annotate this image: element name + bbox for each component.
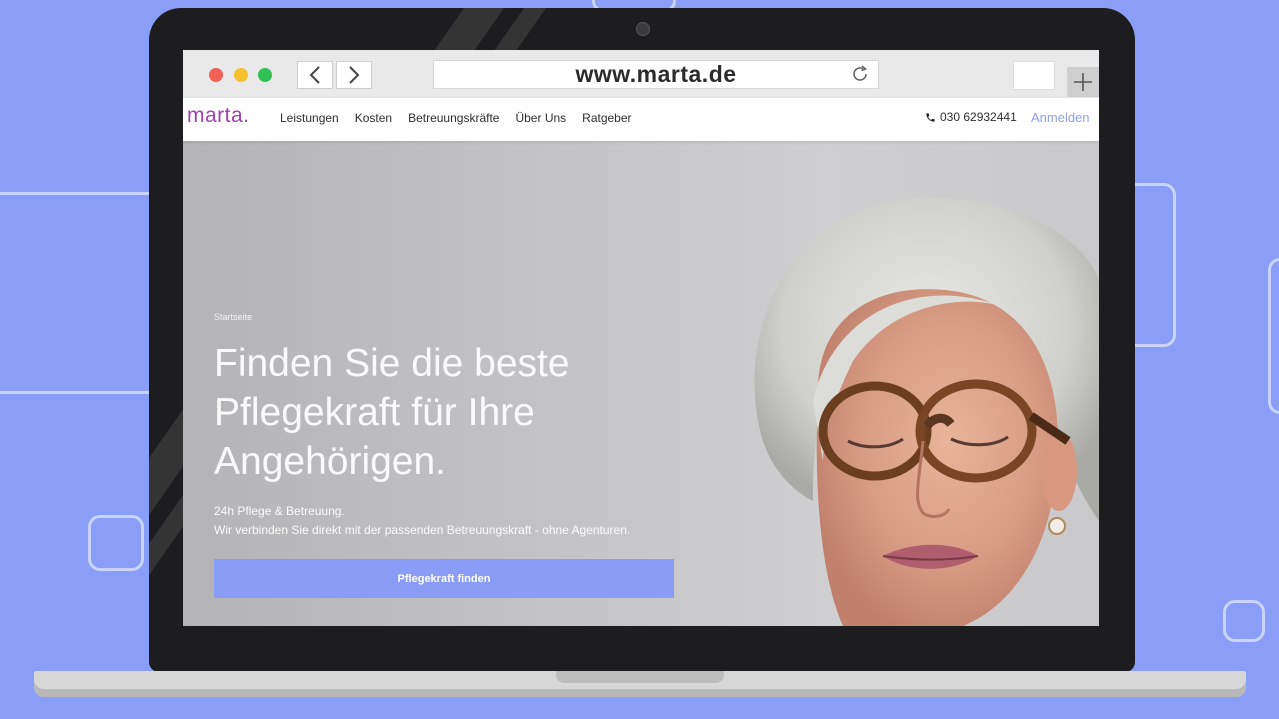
background-decor-square (88, 515, 144, 571)
hero-subtext-line: 24h Pflege & Betreuung. (214, 504, 345, 518)
nav-item-betreuungskraefte[interactable]: Betreuungskräfte (408, 111, 499, 125)
url-text: www.marta.de (575, 61, 737, 87)
new-tab-button[interactable] (1067, 67, 1099, 97)
chevron-right-icon (349, 66, 360, 84)
maximize-window-button[interactable] (258, 68, 272, 82)
webcam (636, 22, 650, 36)
tab-placeholder[interactable] (1013, 61, 1055, 90)
site-header: marta. Leistungen Kosten Betreuungskräft… (183, 98, 1099, 141)
laptop-base-notch (556, 671, 724, 683)
phone-icon (926, 112, 935, 122)
breadcrumb[interactable]: Startseite (214, 312, 252, 322)
chevron-left-icon (309, 66, 320, 84)
phone-link[interactable]: 030 62932441 (925, 110, 1017, 124)
hero-headline: Finden Sie die beste Pflegekraft für Ihr… (214, 339, 634, 486)
nav-item-kosten[interactable]: Kosten (355, 111, 392, 125)
reload-icon[interactable] (850, 64, 870, 84)
minimize-window-button[interactable] (234, 68, 248, 82)
find-caregiver-button[interactable]: Pflegekraft finden (214, 559, 674, 598)
hero-headline-line: Angehörigen. (214, 440, 447, 483)
hero-subtext: 24h Pflege & Betreuung. Wir verbinden Si… (214, 502, 630, 540)
close-window-button[interactable] (209, 68, 223, 82)
site-logo[interactable]: marta. (187, 104, 250, 128)
background-decor-square (1223, 600, 1265, 642)
browser-toolbar: www.marta.de (183, 50, 1099, 99)
background-decor-square (1268, 258, 1279, 414)
hero-section: Startseite Finden Sie die beste Pflegekr… (183, 141, 1099, 626)
address-bar[interactable]: www.marta.de (433, 60, 879, 89)
nav-item-ueber-uns[interactable]: Über Uns (515, 111, 566, 125)
main-navigation: Leistungen Kosten Betreuungskräfte Über … (280, 111, 632, 125)
back-button[interactable] (297, 61, 333, 89)
login-link[interactable]: Anmelden (1031, 110, 1090, 125)
nav-item-leistungen[interactable]: Leistungen (280, 111, 339, 125)
hero-subtext-line: Wir verbinden Sie direkt mit der passend… (214, 523, 631, 537)
phone-number: 030 62932441 (940, 110, 1017, 124)
elderly-woman-photo (754, 198, 1099, 626)
forward-button[interactable] (336, 61, 372, 89)
browser-window: www.marta.de marta. Leistungen Kosten Be… (183, 50, 1099, 626)
nav-item-ratgeber[interactable]: Ratgeber (582, 111, 631, 125)
hero-headline-line: Pflegekraft für Ihre (214, 391, 535, 434)
plus-icon (1074, 73, 1092, 91)
hero-headline-line: Finden Sie die beste (214, 342, 570, 385)
